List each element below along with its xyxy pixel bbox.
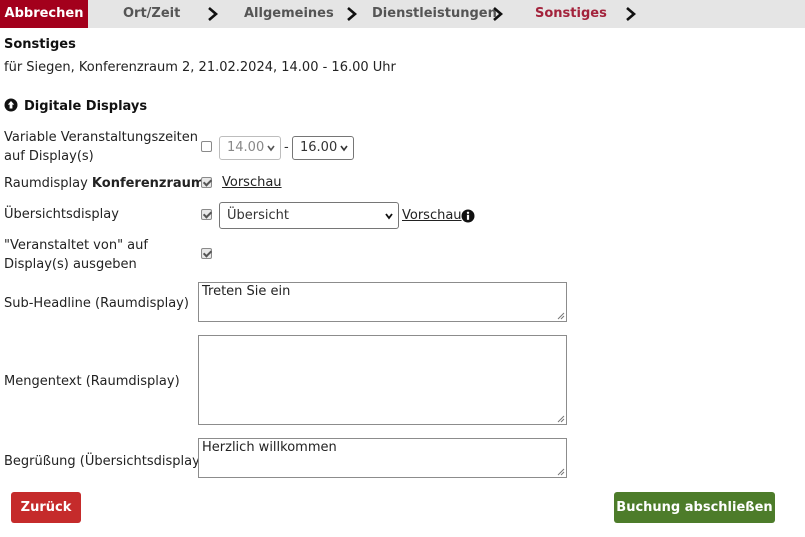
step-allgemeines[interactable]: Allgemeines <box>244 0 334 28</box>
room-display-checkbox[interactable] <box>201 177 212 188</box>
resize-grip-icon[interactable] <box>557 312 565 320</box>
resize-grip-icon[interactable] <box>557 415 565 423</box>
overview-display-checkbox[interactable] <box>201 209 212 220</box>
variable-times-label-line2: auf Display(s) <box>4 149 94 164</box>
organizer-label: "Veranstaltet von" auf Display(s) ausgeb… <box>4 236 148 274</box>
arrow-up-circle-icon <box>4 98 18 112</box>
page-title: Sonstiges <box>4 37 76 52</box>
back-button[interactable]: Zurück <box>11 492 81 523</box>
step-sonstiges[interactable]: Sonstiges <box>535 0 607 28</box>
chevron-right-icon <box>626 7 636 21</box>
chevron-down-icon <box>267 145 275 152</box>
abort-button[interactable]: Abbrechen <box>0 0 88 28</box>
organizer-label-line2: Display(s) ausgeben <box>4 257 137 272</box>
step-navigation: Abbrechen Ort/Zeit Allgemeines Dienstlei… <box>0 0 805 28</box>
organizer-checkbox[interactable] <box>201 248 212 259</box>
chevron-down-icon <box>340 145 348 152</box>
time-separator: - <box>284 140 289 155</box>
body-text-textarea[interactable] <box>198 335 567 425</box>
step-dienstleistungen[interactable]: Dienstleistungen <box>372 0 497 28</box>
variable-times-label: Variable Veranstaltungszeiten auf Displa… <box>4 128 198 166</box>
body-text-label: Mengentext (Raumdisplay) <box>4 374 180 389</box>
greeting-textarea[interactable]: Herzlich willkommen <box>198 438 567 478</box>
overview-display-select[interactable]: Übersicht <box>219 202 399 229</box>
room-display-label-prefix: Raumdisplay <box>4 176 88 191</box>
chevron-right-icon <box>493 7 503 21</box>
section-title-label: Digitale Displays <box>24 99 148 114</box>
room-display-preview-link[interactable]: Vorschau <box>222 175 282 190</box>
end-time-select[interactable]: 16.00 <box>292 136 354 160</box>
start-time-value: 14.00 <box>227 140 265 155</box>
overview-display-label: Übersichtsdisplay <box>4 207 119 222</box>
start-time-select[interactable]: 14.00 <box>219 136 281 160</box>
chevron-right-icon <box>347 7 357 21</box>
overview-display-preview-link[interactable]: Vorschau <box>402 208 462 223</box>
overview-display-selected: Übersicht <box>227 208 289 223</box>
sub-headline-label: Sub-Headline (Raumdisplay) <box>4 296 189 311</box>
chevron-right-icon <box>208 7 218 21</box>
greeting-label: Begrüßung (Übersichtsdisplay) <box>4 454 205 469</box>
sub-headline-textarea[interactable]: Treten Sie ein <box>198 282 567 322</box>
section-digital-displays[interactable]: Digitale Displays <box>4 98 147 114</box>
booking-summary: für Siegen, Konferenzraum 2, 21.02.2024,… <box>4 60 396 75</box>
room-display-label: Raumdisplay Konferenzraum <box>4 174 204 193</box>
info-icon[interactable] <box>461 209 475 223</box>
room-display-label-room: Konferenzraum <box>91 176 205 191</box>
end-time-value: 16.00 <box>300 140 338 155</box>
variable-times-checkbox[interactable] <box>201 141 212 152</box>
chevron-down-icon <box>385 213 393 220</box>
sub-headline-value: Treten Sie ein <box>202 284 291 299</box>
greeting-value: Herzlich willkommen <box>202 440 337 455</box>
finish-booking-button[interactable]: Buchung abschließen <box>614 492 775 523</box>
step-ort-zeit[interactable]: Ort/Zeit <box>123 0 180 28</box>
resize-grip-icon[interactable] <box>557 468 565 476</box>
variable-times-label-line1: Variable Veranstaltungszeiten <box>4 130 199 145</box>
organizer-label-line1: "Veranstaltet von" auf <box>4 238 148 253</box>
